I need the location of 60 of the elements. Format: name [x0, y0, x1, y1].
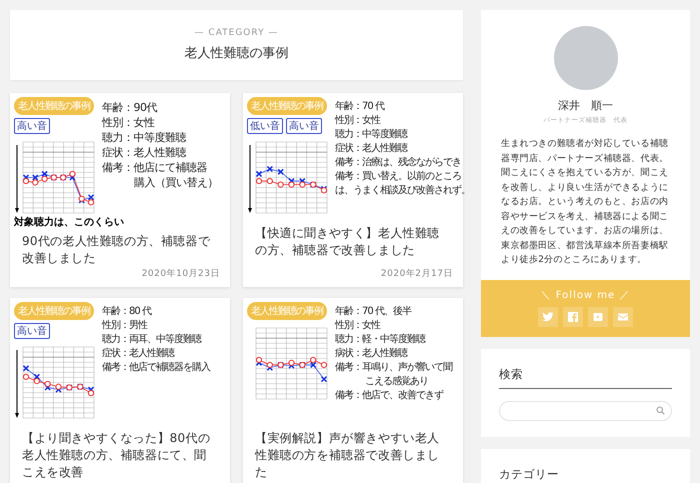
profile-line: 年齢：80 代 [102, 306, 152, 318]
profile-line: 備考：買い替え。以前のところ [335, 171, 461, 183]
article-title[interactable]: 90代の老人性難聴の方、補聴器で改善しました [10, 229, 230, 267]
frequency-label: 低い音 [247, 118, 283, 134]
profile-line: 性別：男性 [102, 320, 148, 332]
profile-line: 年齢：90代 [102, 101, 158, 115]
article-card[interactable]: 老人性難聴の事例 高い音 年齢：80 代 性別：男性 聴力：両耳、中等度難聴 症状：老人性難聴 備考：他店で補聴器を購入 【より聞きやすくなった】80代の老人性難聴の方、補聴器にて、聞こえを改善 [10, 298, 230, 483]
article-date: 2020年10月23日 [140, 268, 221, 281]
profile-line: 症状：老人性難聴 [102, 146, 188, 160]
profile-line: 備考：耳鳴り、声が響いて聞 [335, 362, 454, 374]
facebook-icon [567, 310, 579, 322]
article-card[interactable]: 老人性難聴の事例 低い音 高い音 年齢：70 代 性別：女性 聴力：中等度難聴 症状：老人性難聴 備考：治療は、残念ながらでき 備考：買い替え。以前のところ は、うまく相談及び改善されず。 【快適に聞きやすく】老人性難聴の方、補聴器で改善しました 2020年2月17日 [243, 93, 463, 287]
category-badge: 老人性難聴の事例 [14, 302, 94, 320]
profile-line: 聴力：両耳、中等度難聴 [102, 334, 202, 346]
profile-line: 症状：老人性難聴 [335, 143, 408, 155]
widget-title: 検索 [499, 366, 672, 388]
category-badge: 老人性難聴の事例 [247, 302, 327, 320]
widget-title: カテゴリー [499, 466, 672, 483]
mail-icon [617, 310, 629, 322]
profile-line: 年齢：70 代 [335, 101, 386, 113]
profile-line: 購入（買い替え） [133, 176, 219, 190]
frequency-label: 高い音 [14, 323, 50, 339]
profile-line: 備考：他店で補聴器を購入 [102, 362, 212, 374]
article-card[interactable]: 老人性難聴の事例 高い音 年齢：90代 性別：女性 聴力：中等度難聴 症状：老人性難聴 備考：他店にて補聴器 購入（買い替え） 対象聴力は、このくらい 90代の老人性難聴の方、補聴器で改善しました 2020年10月23日 [10, 93, 230, 287]
hearing-note: 対象聴力は、このくらい [14, 216, 124, 229]
follow-label: ＼ Follow me ／ [540, 288, 630, 302]
profile-line: こえる感覚あり [364, 376, 429, 388]
author-name: 深井 順一 [558, 98, 613, 113]
social-link[interactable] [613, 306, 633, 326]
profile-line: 性別：女性 [335, 320, 382, 332]
profile-line: 性別：女性 [335, 115, 382, 127]
category-badge: 老人性難聴の事例 [247, 97, 327, 115]
search-field[interactable] [499, 400, 672, 420]
frequency-label: 高い音 [286, 118, 322, 134]
social-link[interactable] [538, 306, 558, 326]
article-date: 2020年2月17日 [380, 268, 454, 281]
category-label: — CATEGORY — [194, 28, 278, 38]
category-badge: 老人性難聴の事例 [14, 97, 94, 115]
profile-line: 備考：他店にて補聴器 [102, 161, 208, 175]
profile-line: 症状：老人性難聴 [102, 348, 176, 360]
play-icon [592, 310, 604, 322]
category-title: 老人性難聴の事例 [184, 45, 288, 62]
profile-line: 聴力：中等度難聴 [102, 131, 188, 145]
article-title[interactable]: 【より聞きやすくなった】80代の老人性難聴の方、補聴器にて、聞こえを改善 [10, 426, 230, 483]
article-card[interactable]: 老人性難聴の事例 年齢：70 代、後半 性別：女性 聴力：軽・中等度難聴 病状：老人性難聴 備考：耳鳴り、声が響いて聞 こえる感覚あり 備考：他店で、改善できず 【実例解説】声が響きやすい老人性難聴の方を補聴器で改善しました [243, 298, 463, 483]
author-bio: 生まれつきの難聴者が対応している補聴器専門店、パートナーズ補聴器、代表。聞こえにくさを抱えている方が、聞こえを改善し、より良い生活ができるようになるお店。という考えのもと、お店の内容やサービスを考え、補聴器による聞こえの改善をしています。お店の場所は、東京都墨田区、都営浅草線本所吾妻橋駅より徒歩2分のところにあります。 [500, 138, 670, 267]
profile-line: 聴力：中等度難聴 [335, 129, 408, 141]
article-title[interactable]: 【実例解説】声が響きやすい老人性難聴の方を補聴器で改善しました [243, 426, 463, 483]
bird-icon [542, 310, 554, 322]
profile-line: 備考：治療は、残念ながらでき [335, 157, 461, 169]
article-title[interactable]: 【快適に聞きやすく】老人性難聴の方、補聴器で改善しました [243, 221, 463, 267]
social-link[interactable] [563, 306, 583, 326]
frequency-label: 高い音 [14, 118, 50, 134]
social-link[interactable] [588, 306, 608, 326]
profile-line: 病状：老人性難聴 [335, 348, 408, 360]
profile-line: 備考：他店で、改善できず [335, 390, 444, 402]
profile-line: 性別：女性 [102, 116, 156, 130]
profile-line: 聴力：軽・中等度難聴 [335, 334, 426, 346]
profile-line: 年齢：70 代、後半 [335, 306, 412, 318]
search-icon[interactable] [656, 406, 665, 415]
